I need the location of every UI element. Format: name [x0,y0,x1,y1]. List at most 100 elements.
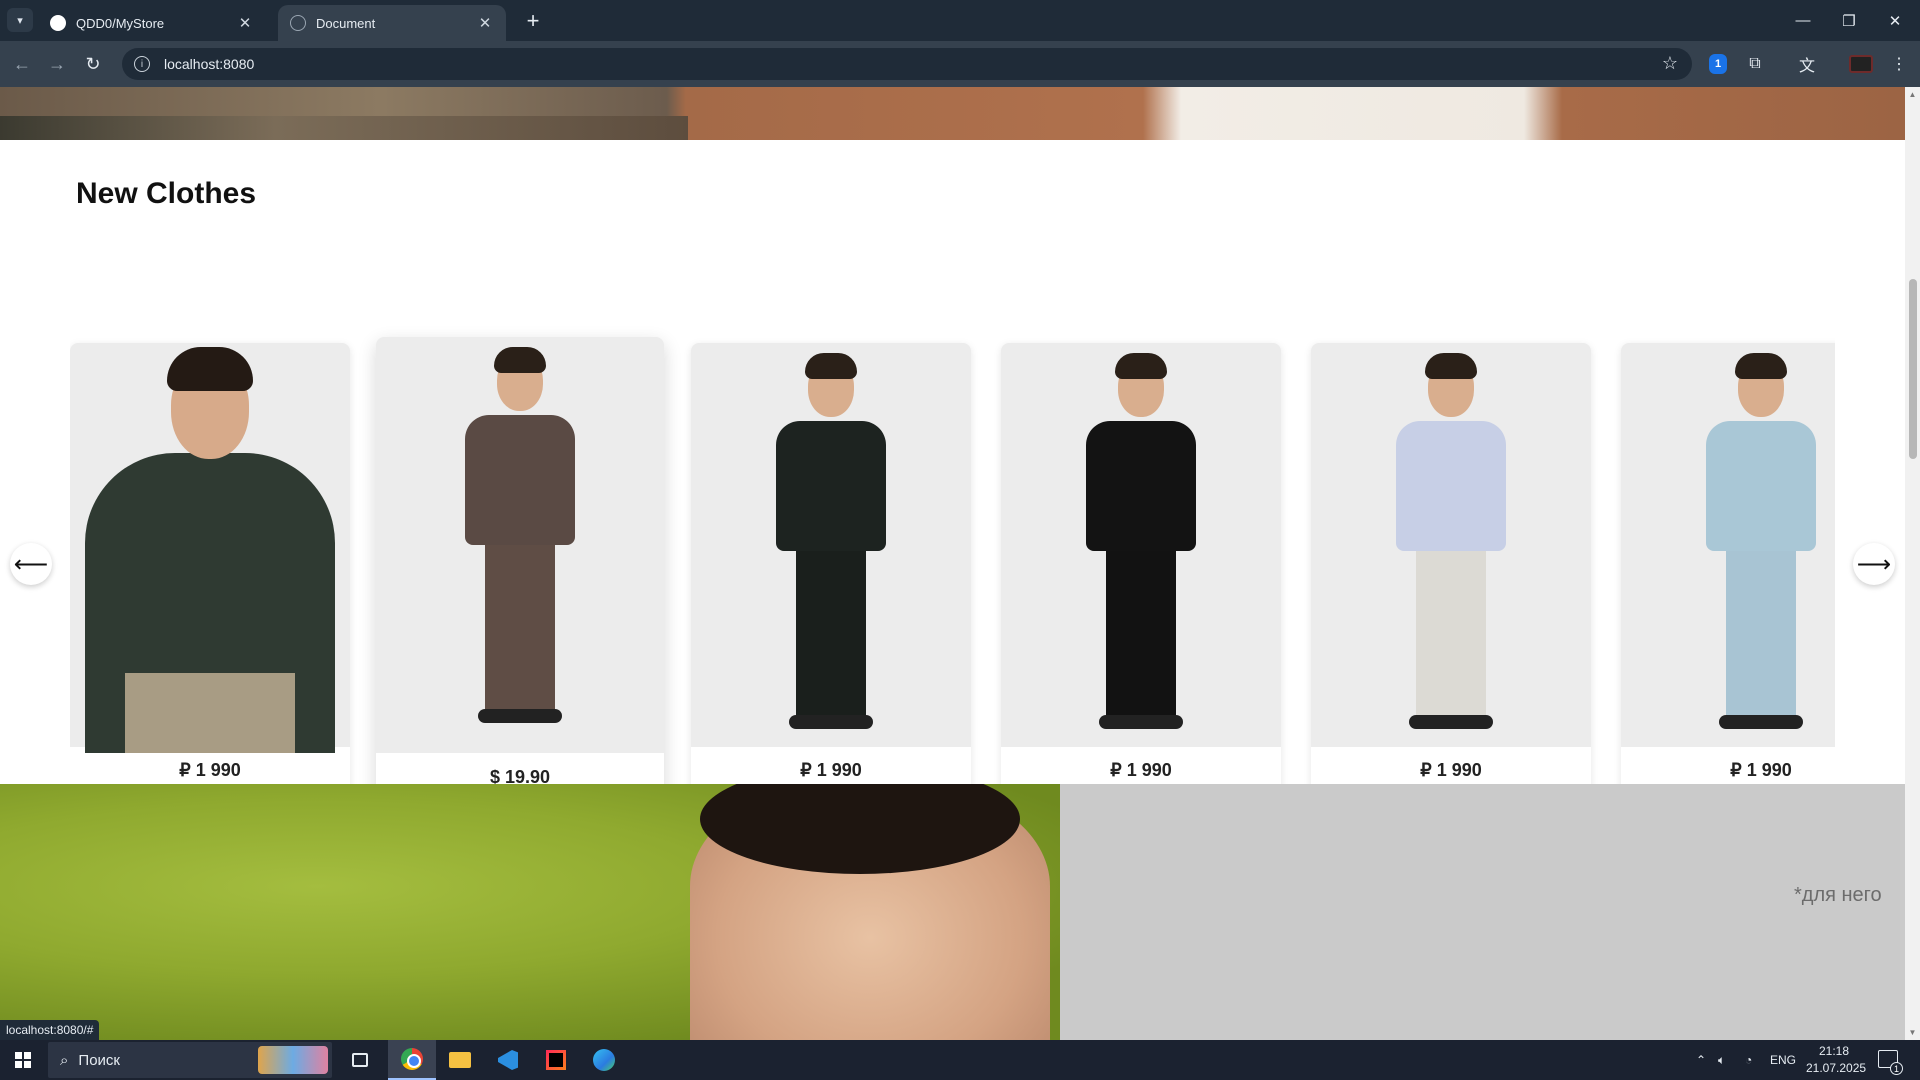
close-window-button[interactable]: ✕ [1872,0,1918,41]
promo-banner[interactable]: *для него [0,784,1905,1040]
tray-overflow[interactable]: ⌃ [1696,1040,1706,1080]
taskbar-intellij[interactable] [532,1040,580,1080]
taskbar: ⌕ Поиск ⌃ 🔈︎ ◔ ENG 21:18 21.07.2025 1 [0,1040,1920,1080]
banner-tag: *для него [1794,884,1882,906]
speaker-icon: 🔈︎ [1718,1052,1726,1067]
profile-button[interactable] [1848,51,1874,77]
back-button[interactable]: ← [8,50,36,78]
search-placeholder: Поиск [78,1051,120,1069]
close-tab-icon[interactable]: ✕ [236,14,254,32]
start-button[interactable] [0,1040,46,1080]
avatar [1849,55,1873,73]
scroll-down-icon[interactable]: ▼ [1908,1028,1917,1037]
taskbar-vscode[interactable] [484,1040,532,1080]
minimize-button[interactable]: — [1780,0,1826,41]
status-bubble: localhost:8080/# [0,1020,100,1040]
product-card[interactable]: ₽ 1 990 [1311,343,1591,793]
chrome-icon [401,1048,423,1070]
product-image [1001,343,1281,747]
model-hair [167,347,253,391]
model-shoes [789,715,873,729]
product-card[interactable]: ₽ 1 990 [691,343,971,793]
model-hair [1735,353,1787,379]
search-highlight-image [258,1046,328,1074]
taskbar-edge[interactable] [580,1040,628,1080]
extensions-button[interactable]: ⧉ [1742,51,1768,77]
translate-button[interactable]: 文 [1794,51,1820,77]
scroll-up-icon[interactable]: ▲ [1908,90,1917,99]
model-shirt [1086,421,1196,551]
chevron-down-icon: ▾ [17,14,23,27]
clock-time: 21:18 [1818,1044,1850,1058]
scroll-thumb[interactable] [1909,279,1917,459]
model-shirt [776,421,886,551]
new-tab-button[interactable]: + [520,8,546,34]
tab-title: Document [316,15,376,31]
bookmark-star-icon[interactable]: ☆ [1662,53,1678,74]
arrow-left-icon: ⟵ [13,550,49,578]
model-trousers [1106,543,1176,723]
product-card[interactable]: ₽ 1 990 [70,343,350,793]
model-trousers [1416,543,1486,723]
model-hair [1425,353,1477,379]
hero-image [0,87,1905,140]
windows-logo-icon [15,1052,31,1068]
address-url: localhost:8080 [164,56,255,72]
shield-icon: 1 [1709,54,1727,74]
model-shirt [465,415,575,545]
network-button[interactable]: ◔ [1745,1040,1752,1080]
product-card[interactable]: ₽ 1 990 [1001,343,1281,793]
model-figure [1371,343,1531,747]
folder-icon [449,1052,471,1068]
reload-button[interactable]: ↻ [79,50,107,78]
carousel-prev-button[interactable]: ⟵ [10,543,52,585]
bitwarden-extension-button[interactable]: 1 [1705,51,1731,77]
search-icon: ⌕ [60,1051,69,1069]
restore-button[interactable]: ❐ [1826,0,1872,41]
hero-image-detail [0,116,688,140]
carousel-next-button[interactable]: ⟶ [1853,543,1895,585]
model-trousers [485,537,555,717]
model-hair [1115,353,1167,379]
model-trousers [1726,543,1796,723]
taskbar-chrome[interactable] [388,1040,436,1080]
taskbar-search[interactable]: ⌕ Поиск [48,1042,332,1078]
translate-icon: 文 [1798,58,1815,75]
puzzle-icon: ⧉ [1749,55,1761,72]
product-image [1311,343,1591,747]
model-shoes [1409,715,1493,729]
section-title: New Clothes [76,177,257,210]
model-shoes [1719,715,1803,729]
task-view-button[interactable] [336,1040,384,1080]
globe-icon [290,15,306,31]
model-shoes [478,709,562,723]
close-tab-icon[interactable]: ✕ [476,14,494,32]
arrow-right-icon: ⟶ [1856,550,1892,578]
clock[interactable]: 21:18 21.07.2025 [1806,1043,1866,1077]
product-card[interactable]: ₽ 1 990 [1621,343,1835,793]
tab-document[interactable]: Document ✕ [278,5,506,41]
tab-search-button[interactable]: ▾ [7,8,33,32]
address-bar[interactable]: i localhost:8080 ☆ [122,48,1692,80]
product-image [1621,343,1835,747]
product-card[interactable]: $ 19.90 [376,337,664,800]
github-icon [50,15,66,31]
language-indicator[interactable]: ENG [1770,1040,1796,1080]
tab-title: QDD0/MyStore [76,15,165,31]
language-label: ENG [1770,1053,1797,1067]
volume-button[interactable]: 🔈︎ [1718,1040,1725,1080]
menu-button[interactable]: ⋮ [1886,51,1912,77]
taskbar-file-explorer[interactable] [436,1040,484,1080]
forward-button[interactable]: → [43,50,71,78]
site-info-icon[interactable]: i [134,56,150,72]
product-image [376,337,664,753]
chevron-up-icon: ⌃ [1696,1053,1707,1067]
model-trousers [796,543,866,723]
page-viewport: New Clothes ₽ 1 990 $ 19.90 ₽ 1 990 ₽ 1 990… [0,87,1905,1040]
intellij-icon [546,1050,566,1070]
task-view-icon [352,1053,368,1067]
tab-github[interactable]: QDD0/MyStore ✕ [38,5,266,41]
model-figure [1061,343,1221,747]
notification-badge: 1 [1890,1062,1903,1075]
page-scrollbar[interactable]: ▲ ▼ [1905,87,1920,1040]
